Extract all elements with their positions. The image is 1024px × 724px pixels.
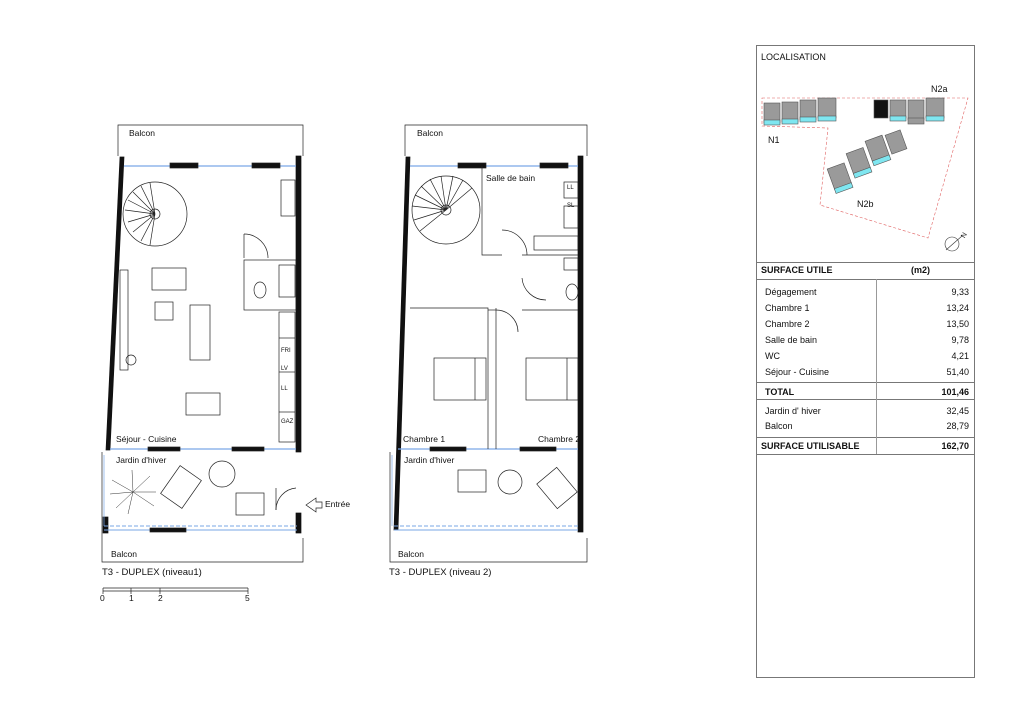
total-row: TOTAL 101,46 [757,386,975,400]
row-name: Jardin d' hiver [765,406,821,416]
plan1-balcon-top-label: Balcon [129,128,155,138]
map-label-n1: N1 [768,135,780,145]
table-row: Balcon 28,79 [757,420,975,434]
table-row: Salle de bain 9,78 [757,334,975,348]
plan1-jardin-label: Jardin d'hiver [116,455,167,465]
plan1-drawing [101,124,323,594]
scale-tick-1: 1 [129,593,134,603]
table-row: Séjour - Cuisine 51,40 [757,366,975,380]
table-divider [757,437,975,438]
table-divider [757,382,975,383]
plan2-caption: T3 - DUPLEX (niveau 2) [389,567,492,578]
plan2-drawing [389,124,588,563]
row-name: Salle de bain [765,335,818,345]
plan1-caption: T3 - DUPLEX (niveau1) [102,567,202,578]
table-row: Dégagement 9,33 [757,286,975,300]
map-label-n2a: N2a [931,84,948,94]
localisation-title: LOCALISATION [761,52,826,62]
row-name: WC [765,351,780,361]
row-value: 13,24 [946,303,969,313]
plan1-appliance-gaz: GAZ [281,419,294,425]
plan2-fixture-sl: SL [567,203,575,209]
plan1-appliance-ll: LL [281,386,288,392]
row-name: Dégagement [765,287,817,297]
row-name: Chambre 1 [765,303,810,313]
row-value: 32,45 [946,406,969,416]
scale-tick-2: 2 [158,593,163,603]
surface-table-header: SURFACE UTILE (m2) [757,264,975,278]
row-name: Séjour - Cuisine [765,367,830,377]
plan1-appliance-fri: FRI [281,348,291,354]
table-divider [757,279,975,280]
row-value: 51,40 [946,367,969,377]
plan1-balcon-bottom-label: Balcon [111,549,137,559]
plan2-chambre1-label: Chambre 1 [403,434,446,444]
plan2-chambre2-label: Chambre 2 [538,434,581,444]
map-label-n2b: N2b [857,199,874,209]
plan2-fixture-ll: LL [567,185,574,191]
scale-tick-5: 5 [245,593,250,603]
table-row: WC 4,21 [757,350,975,364]
surface-header-unit: (m2) [911,265,931,275]
row-value: 4,21 [951,351,969,361]
plan2-jardin-label: Jardin d'hiver [404,455,455,465]
row-value: 9,78 [951,335,969,345]
row-name: Chambre 2 [765,319,810,329]
table-row: Chambre 2 13,50 [757,318,975,332]
scale-tick-0: 0 [100,593,105,603]
plan2-balcon-bottom-label: Balcon [398,549,424,559]
plan1-appliance-lv: LV [281,366,288,372]
row-value: 9,33 [951,287,969,297]
plan1-sejour-label: Séjour - Cuisine [116,434,177,444]
row-value: 28,79 [946,421,969,431]
usable-label: SURFACE UTILISABLE [761,441,860,451]
surface-header-label: SURFACE UTILE [761,265,833,275]
row-name: Balcon [765,421,793,431]
plan2-balcon-top-label: Balcon [417,128,443,138]
total-label: TOTAL [765,387,795,397]
table-row: Chambre 1 13,24 [757,302,975,316]
plan2-salle-de-bain-label: Salle de bain [486,173,536,183]
usable-surface-row: SURFACE UTILISABLE 162,70 [757,440,975,454]
usable-value: 162,70 [941,441,969,451]
plan1-entree-label: Entrée [325,499,351,509]
table-divider [757,262,975,263]
row-value: 13,50 [946,319,969,329]
total-value: 101,46 [941,387,969,397]
table-row: Jardin d' hiver 32,45 [757,405,975,419]
table-divider [757,454,975,455]
